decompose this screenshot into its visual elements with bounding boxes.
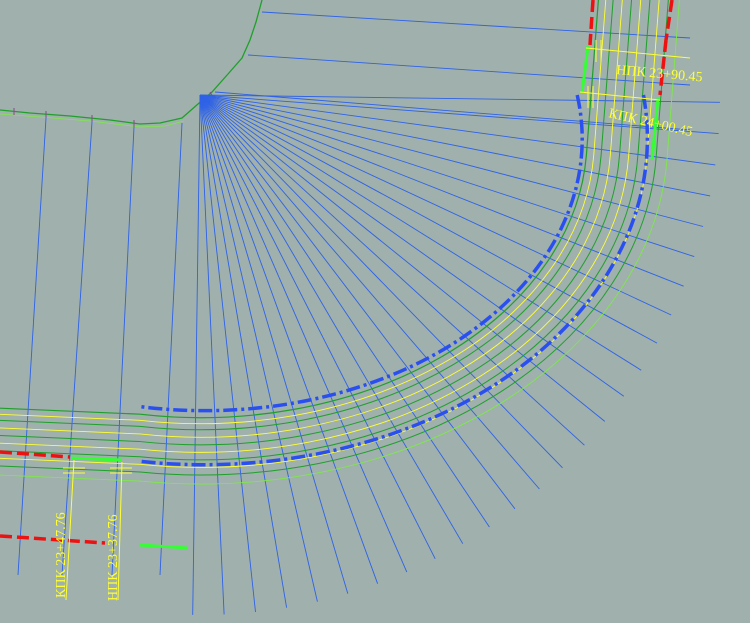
road-alignment-drawing: НПК 23+90.45 КПК 24+00.45 КПК 23+47.76 Н… — [0, 0, 750, 623]
cad-viewport[interactable]: НПК 23+90.45 КПК 24+00.45 КПК 23+47.76 Н… — [0, 0, 750, 623]
label-nk-bottom: НПК 23+37.76 — [106, 515, 121, 601]
label-kk-bottom: КПК 23+47.76 — [54, 512, 69, 598]
